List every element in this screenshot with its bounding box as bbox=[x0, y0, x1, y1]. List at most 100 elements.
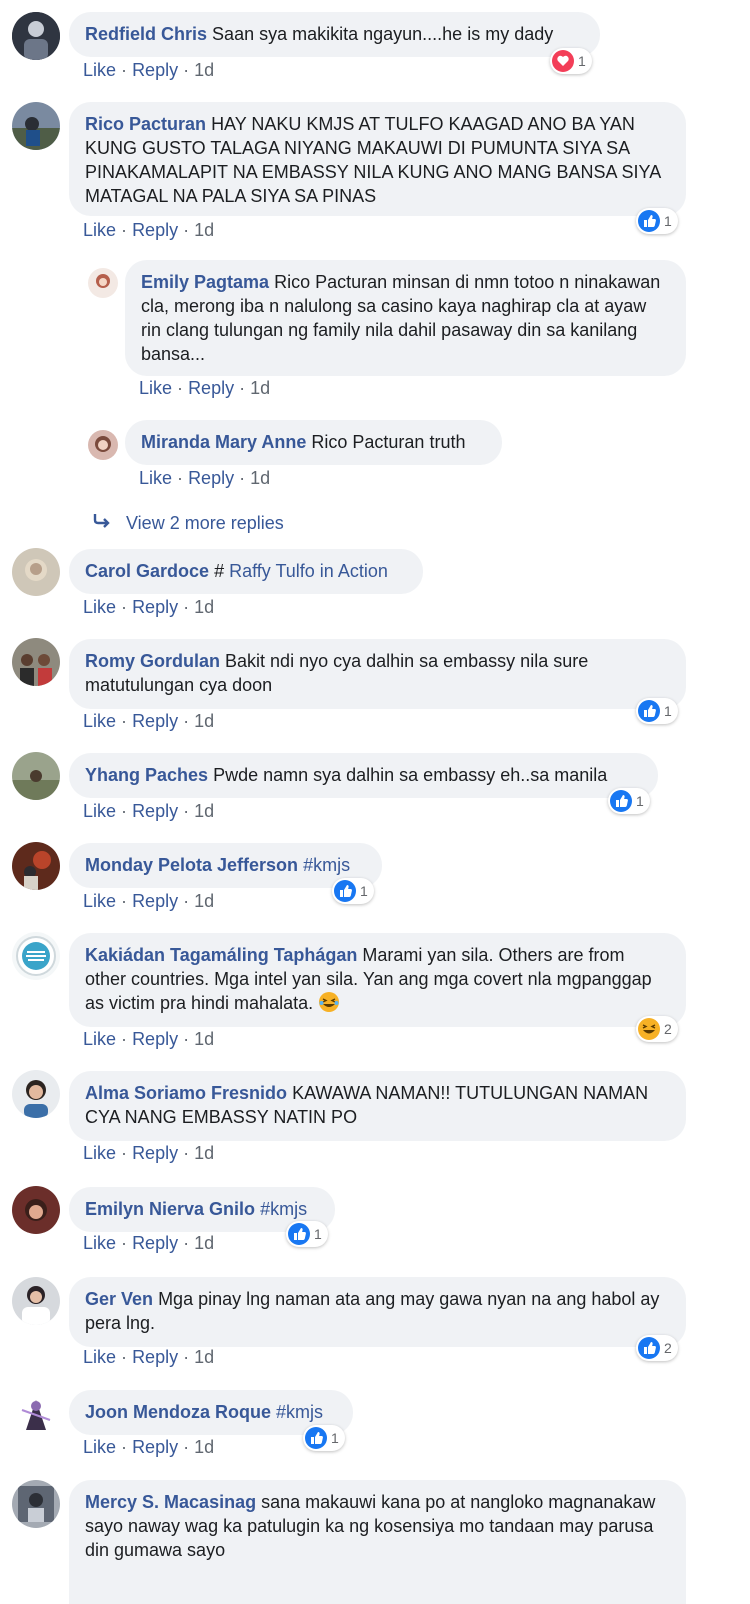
reaction-count: 1 bbox=[578, 53, 586, 69]
like-link[interactable]: Like bbox=[83, 1143, 116, 1163]
reply-link[interactable]: Reply bbox=[132, 801, 178, 821]
comment-text[interactable]: #kmjs bbox=[260, 1199, 307, 1219]
separator: · bbox=[177, 468, 184, 488]
reply-link[interactable]: Reply bbox=[132, 1029, 178, 1049]
like-link[interactable]: Like bbox=[83, 597, 116, 617]
comment-author[interactable]: Yhang Paches bbox=[85, 765, 208, 785]
comment-author[interactable]: Alma Soriamo Fresnido bbox=[85, 1083, 287, 1103]
comment-text[interactable]: #kmjs bbox=[303, 855, 350, 875]
like-link[interactable]: Like bbox=[83, 1233, 116, 1253]
like-link[interactable]: Like bbox=[83, 220, 116, 240]
timestamp[interactable]: 1d bbox=[250, 468, 270, 488]
avatar[interactable] bbox=[12, 1390, 60, 1438]
avatar[interactable] bbox=[88, 430, 118, 460]
timestamp[interactable]: 1d bbox=[250, 378, 270, 398]
reply-link[interactable]: Reply bbox=[132, 891, 178, 911]
haha-icon bbox=[638, 1018, 660, 1040]
reply-link[interactable]: Reply bbox=[188, 378, 234, 398]
timestamp[interactable]: 1d bbox=[194, 711, 214, 731]
avatar[interactable] bbox=[12, 1480, 60, 1528]
reaction-badge[interactable]: 1 bbox=[636, 208, 678, 234]
comment-author[interactable]: Ger Ven bbox=[85, 1289, 153, 1309]
like-link[interactable]: Like bbox=[139, 378, 172, 398]
reaction-badge[interactable]: 1 bbox=[286, 1221, 328, 1247]
comment-author[interactable]: Miranda Mary Anne bbox=[141, 432, 306, 452]
avatar[interactable] bbox=[12, 1070, 60, 1118]
separator: · bbox=[121, 1143, 128, 1163]
like-link[interactable]: Like bbox=[83, 1437, 116, 1457]
timestamp[interactable]: 1d bbox=[194, 891, 214, 911]
separator: · bbox=[121, 1029, 128, 1049]
reply-link[interactable]: Reply bbox=[132, 597, 178, 617]
reply-link[interactable]: Reply bbox=[132, 60, 178, 80]
comment-author[interactable]: Kakiádan Tagamáling Taphágan bbox=[85, 945, 357, 965]
reaction-badge[interactable]: 1 bbox=[608, 788, 650, 814]
separator: · bbox=[121, 597, 128, 617]
reply-link[interactable]: Reply bbox=[188, 468, 234, 488]
reaction-badge[interactable]: 1 bbox=[550, 48, 592, 74]
avatar[interactable] bbox=[12, 548, 60, 596]
like-link[interactable]: Like bbox=[83, 891, 116, 911]
avatar[interactable] bbox=[12, 842, 60, 890]
reaction-count: 2 bbox=[664, 1021, 672, 1037]
reaction-badge[interactable]: 1 bbox=[303, 1425, 345, 1451]
comment-bubble: Yhang Paches Pwde namn sya dalhin sa emb… bbox=[69, 753, 658, 798]
like-icon bbox=[305, 1427, 327, 1449]
separator: · bbox=[183, 1347, 190, 1367]
comment-author[interactable]: Mercy S. Macasinag bbox=[85, 1492, 256, 1512]
separator: · bbox=[121, 1437, 128, 1457]
timestamp[interactable]: 1d bbox=[194, 1233, 214, 1253]
comment-text: Mga pinay lng naman ata ang may gawa nya… bbox=[85, 1289, 660, 1333]
page-tag-link[interactable]: Raffy Tulfo in Action bbox=[229, 561, 388, 581]
comment-actions: Like · Reply · 1d bbox=[83, 1233, 214, 1254]
reaction-count: 1 bbox=[636, 793, 644, 809]
reaction-badge[interactable]: 2 bbox=[636, 1016, 678, 1042]
like-link[interactable]: Like bbox=[139, 468, 172, 488]
timestamp[interactable]: 1d bbox=[194, 60, 214, 80]
like-link[interactable]: Like bbox=[83, 801, 116, 821]
comment-text[interactable]: #kmjs bbox=[276, 1402, 323, 1422]
avatar[interactable] bbox=[12, 102, 60, 150]
comment-author[interactable]: Rico Pacturan bbox=[85, 114, 206, 134]
timestamp[interactable]: 1d bbox=[194, 597, 214, 617]
comment-author[interactable]: Monday Pelota Jefferson bbox=[85, 855, 298, 875]
comment-author[interactable]: Emilyn Nierva Gnilo bbox=[85, 1199, 255, 1219]
reply-link[interactable]: Reply bbox=[132, 1143, 178, 1163]
comment-text: # bbox=[214, 561, 225, 581]
comment-bubble: Rico Pacturan HAY NAKU KMJS AT TULFO KAA… bbox=[69, 102, 686, 216]
avatar[interactable] bbox=[12, 752, 60, 800]
like-link[interactable]: Like bbox=[83, 1347, 116, 1367]
reply-link[interactable]: Reply bbox=[132, 711, 178, 731]
reply-link[interactable]: Reply bbox=[132, 1437, 178, 1457]
reply-link[interactable]: Reply bbox=[132, 1347, 178, 1367]
reply-link[interactable]: Reply bbox=[132, 1233, 178, 1253]
avatar[interactable] bbox=[12, 12, 60, 60]
comment-author[interactable]: Carol Gardoce bbox=[85, 561, 209, 581]
comment-author[interactable]: Emily Pagtama bbox=[141, 272, 269, 292]
avatar[interactable] bbox=[12, 932, 60, 980]
like-link[interactable]: Like bbox=[83, 1029, 116, 1049]
reaction-badge[interactable]: 1 bbox=[636, 698, 678, 724]
like-link[interactable]: Like bbox=[83, 60, 116, 80]
timestamp[interactable]: 1d bbox=[194, 1347, 214, 1367]
view-more-label: View 2 more replies bbox=[126, 513, 284, 533]
reply-link[interactable]: Reply bbox=[132, 220, 178, 240]
like-link[interactable]: Like bbox=[83, 711, 116, 731]
timestamp[interactable]: 1d bbox=[194, 1029, 214, 1049]
avatar[interactable] bbox=[12, 1277, 60, 1325]
timestamp[interactable]: 1d bbox=[194, 1143, 214, 1163]
comment-author[interactable]: Romy Gordulan bbox=[85, 651, 220, 671]
timestamp[interactable]: 1d bbox=[194, 1437, 214, 1457]
comment-author[interactable]: Redfield Chris bbox=[85, 24, 207, 44]
comment-actions: Like · Reply · 1d bbox=[83, 711, 214, 732]
avatar[interactable] bbox=[12, 638, 60, 686]
reaction-badge[interactable]: 1 bbox=[332, 878, 374, 904]
avatar[interactable] bbox=[88, 268, 118, 298]
reaction-badge[interactable]: 2 bbox=[636, 1335, 678, 1361]
view-more-replies-link[interactable]: View 2 more replies bbox=[92, 513, 284, 534]
timestamp[interactable]: 1d bbox=[194, 801, 214, 821]
comment-author[interactable]: Joon Mendoza Roque bbox=[85, 1402, 271, 1422]
reaction-count: 1 bbox=[314, 1226, 322, 1242]
avatar[interactable] bbox=[12, 1186, 60, 1234]
timestamp[interactable]: 1d bbox=[194, 220, 214, 240]
